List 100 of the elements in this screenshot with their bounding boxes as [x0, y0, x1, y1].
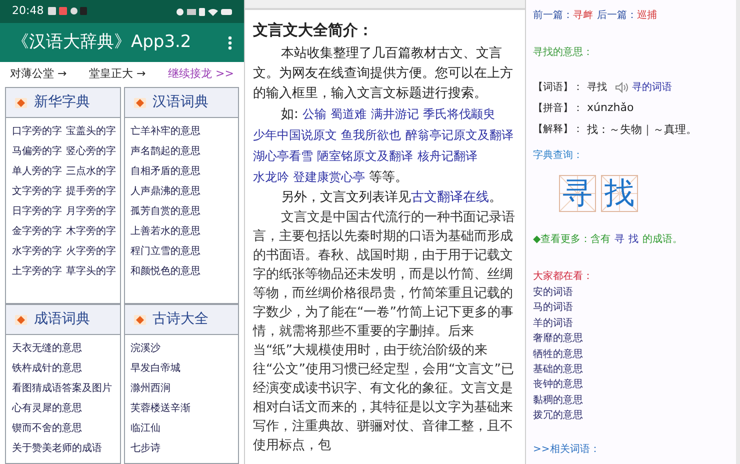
popular-link[interactable]: 丧钟的意思	[533, 377, 729, 393]
dictionary-link[interactable]: 关于赞美老师的成语	[12, 439, 114, 459]
dictionary-link[interactable]: 宝盖头的字	[66, 122, 116, 142]
next-article-link[interactable]: 巡捕	[637, 8, 657, 23]
dictionary-link[interactable]: 滁州西涧	[130, 379, 232, 399]
meaning-title: 寻找的意思：	[533, 46, 594, 60]
app-title: 《汉语大辞典》App3.2	[12, 30, 192, 54]
dictionary-link[interactable]: 金字旁的字	[12, 222, 62, 242]
dictionary-link[interactable]: 早发白帝城	[130, 359, 232, 379]
dictionary-title: 字典查询：	[533, 148, 584, 163]
dictionary-link[interactable]: 看图猜成语答案及图片	[12, 379, 114, 399]
entry-value: 寻找	[587, 80, 607, 95]
idiom-chain-link[interactable]: 对薄公堂 →	[10, 66, 67, 83]
entry-value: xúnzhǎo	[587, 100, 634, 116]
system-status-icons	[176, 6, 232, 16]
entry-label: 【词语】：	[533, 80, 583, 95]
dictionary-link[interactable]: 水字旁的字	[12, 242, 62, 262]
article-link[interactable]: 满井游记	[370, 107, 419, 121]
dictionary-link[interactable]: 程门立雪的意思	[130, 242, 232, 262]
dictionary-link[interactable]: 口字旁的字	[12, 122, 62, 142]
section-heading: 文言文大全简介：	[253, 20, 374, 41]
dictionary-link[interactable]: 人声鼎沸的意思	[130, 182, 232, 202]
dictionary-link[interactable]: 提手旁的字	[66, 182, 116, 202]
character-link[interactable]: 找	[628, 232, 639, 247]
prev-article-link[interactable]: 寻衅	[573, 8, 593, 23]
book-icon	[132, 312, 146, 326]
popular-link[interactable]: 拨冗的意思	[533, 408, 729, 424]
panel-title[interactable]: 古诗大全	[152, 309, 208, 330]
book-icon	[14, 312, 28, 326]
dictionary-link[interactable]: 芙蓉楼送辛渐	[130, 399, 232, 419]
dictionary-link[interactable]: 锲而不舍的意思	[12, 419, 114, 439]
dictionary-link[interactable]: 三点水的字	[66, 162, 116, 182]
intro-paragraph: 本站收集整理了几百篇教材古文、文言文。为网友在线查询提供方便。您可以在上方的输入框里，输入文言文标题进行搜索。	[253, 45, 514, 103]
dictionary-link[interactable]: 日字旁的字	[12, 202, 62, 222]
status-time: 20:48	[12, 3, 44, 20]
popular-title: 大家都在看：	[533, 270, 594, 284]
article-link[interactable]: 少年中国说原文	[253, 128, 337, 142]
dictionary-link[interactable]: 孤芳自赏的意思	[130, 202, 232, 222]
article-link[interactable]: 陋室铭原文及翻译	[317, 149, 414, 163]
dictionary-link[interactable]: 亡羊补牢的意思	[130, 122, 232, 142]
related-title: >>相关词语：	[533, 442, 601, 457]
popular-link[interactable]: 奢靡的意思	[533, 331, 729, 347]
article-link[interactable]: 季氏将伐颛臾	[422, 107, 495, 121]
body-paragraph: 文言文是中国古代流行的一种书面记录语言，主要包括以先秦时期的口语为基础而形成的书面语。春秋、战国时期，由于用于记载文字的纸张等物品还未发明，而是以竹简、丝绸等物，而丝绸价格很昂贵，竹简笨重且记载的字数少，为了能在“一卷”竹简上记下更多的事情，就需将那些不重要的字删掉。后来当“纸”大规模使用时，由于统治阶级的来往“公文”使用习惯已经定型，会用“文言文”已经演变成读书识字、有文化的象征。文言文是相对白话文而来的，其特征是以文字为基础来写作，注重典故、骈骊对仗、音律工整，且不使用标点，包	[253, 209, 516, 455]
dictionary-link[interactable]: 草字头的字	[66, 262, 116, 282]
see-also-end: 。	[489, 190, 502, 205]
panel-title[interactable]: 成语词典	[34, 309, 90, 330]
dictionary-link[interactable]: 声名鹊起的意思	[130, 142, 232, 162]
popular-link[interactable]: 牺牲的意思	[533, 346, 729, 362]
dictionary-link[interactable]: 月字旁的字	[66, 202, 116, 222]
examples-suffix: 等等。	[368, 170, 408, 185]
word-link[interactable]: 寻的词语	[632, 80, 672, 95]
book-icon	[14, 96, 28, 110]
more-idioms-end: 的成语。	[642, 232, 683, 247]
article-link[interactable]: 鱼我所欲也	[341, 128, 402, 142]
entry-value: 找：～失物｜～真理。	[587, 122, 697, 138]
dictionary-link[interactable]: 单人旁的字	[12, 162, 62, 182]
article-link[interactable]: 醉翁亭记原文及翻译	[405, 128, 514, 142]
more-menu-icon[interactable]	[228, 36, 232, 50]
panel-title[interactable]: 新华字典	[34, 92, 90, 113]
article-link[interactable]: 公输	[302, 107, 327, 121]
article-link[interactable]: 水龙吟 登建康赏心亭	[253, 170, 365, 184]
idiom-chain-link[interactable]: 堂皇正大 →	[89, 66, 146, 83]
entry-label: 【拼音】：	[533, 102, 583, 116]
entry-label: 【解释】：	[533, 122, 583, 138]
notification-icons	[48, 7, 88, 16]
dictionary-link[interactable]: 土字旁的字	[12, 262, 62, 282]
dictionary-link[interactable]: 天衣无缝的意思	[12, 339, 114, 359]
speaker-icon[interactable]	[615, 82, 628, 93]
dictionary-link[interactable]: 竖心旁的字	[66, 142, 116, 162]
dictionary-link[interactable]: 和颜悦色的意思	[130, 262, 232, 282]
next-label: 后一篇：	[597, 8, 637, 23]
panel-title[interactable]: 汉语词典	[152, 92, 208, 113]
dictionary-link[interactable]: 浣溪沙	[130, 339, 232, 359]
dictionary-link[interactable]: 文字旁的字	[12, 182, 62, 202]
dictionary-link[interactable]: 自相矛盾的意思	[130, 162, 232, 182]
idiom-chain-link[interactable]: 继续接龙 >>	[168, 66, 234, 83]
article-link[interactable]: 蜀道难	[330, 107, 367, 121]
popular-link[interactable]: 基础的意思	[533, 362, 729, 378]
popular-link[interactable]: 马的词语	[533, 300, 729, 316]
dictionary-link[interactable]: 马偏旁的字	[12, 142, 62, 162]
dictionary-link[interactable]: 铁杵成针的意思	[12, 359, 114, 379]
dictionary-link[interactable]: 心有灵犀的意思	[12, 399, 114, 419]
see-also-text: 另外，文言文列表详见	[281, 190, 411, 205]
popular-link[interactable]: 羊的词语	[533, 316, 729, 332]
examples-label: 如:	[281, 107, 300, 122]
dictionary-link[interactable]: 临江仙	[130, 419, 232, 439]
dictionary-link[interactable]: 火字旁的字	[66, 242, 116, 262]
book-icon	[132, 96, 146, 110]
dictionary-link[interactable]: 七步诗	[130, 439, 232, 459]
prev-label: 前一篇：	[533, 9, 573, 23]
dictionary-link[interactable]: 上善若水的意思	[130, 222, 232, 242]
more-idioms-text: ◆查看更多：含有	[533, 232, 611, 247]
article-link[interactable]: 湖心亭看雪	[253, 149, 313, 163]
character-link[interactable]: 寻	[614, 232, 625, 247]
dictionary-link[interactable]: 木字旁的字	[66, 222, 116, 242]
popular-link[interactable]: 黏稠的意思	[533, 392, 729, 408]
translation-link[interactable]: 古文翻译在线	[411, 190, 489, 205]
article-link[interactable]: 核舟记翻译	[417, 149, 478, 163]
popular-link[interactable]: 安的词语	[533, 285, 729, 300]
